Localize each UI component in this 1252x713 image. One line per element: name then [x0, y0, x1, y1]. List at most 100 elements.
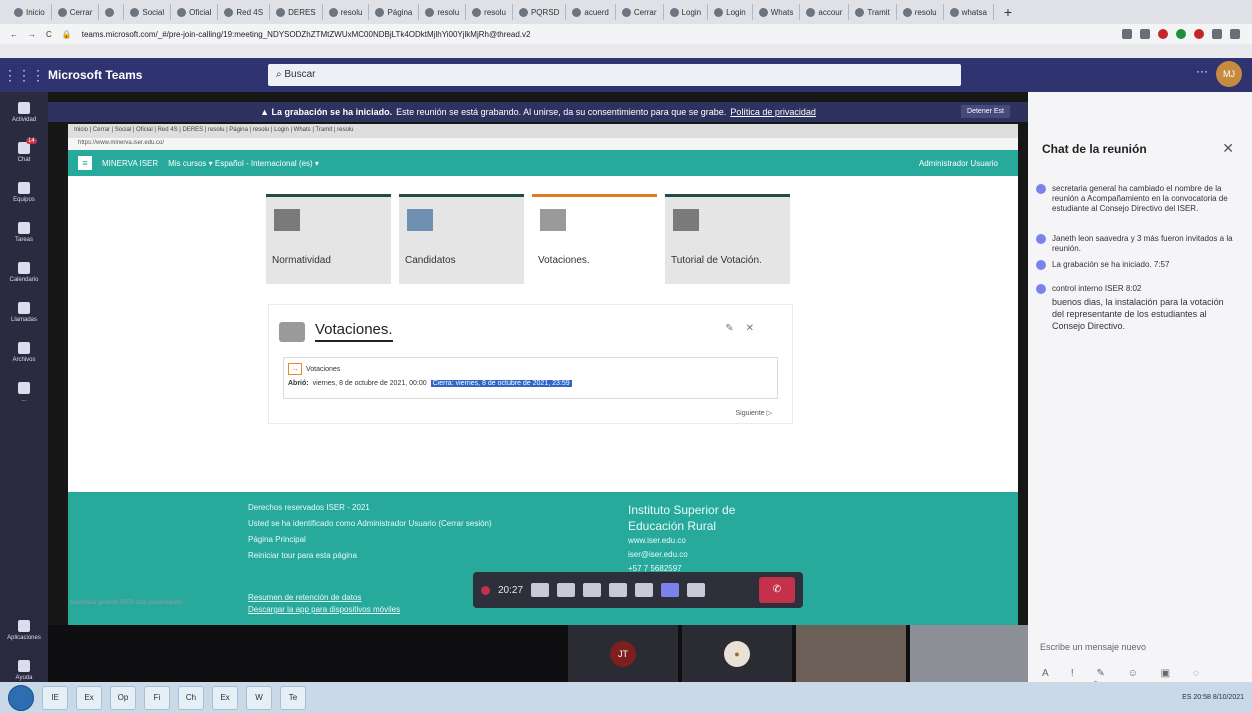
taskbar-app[interactable]: Op: [110, 685, 136, 710]
new-tab-button[interactable]: +: [994, 4, 1022, 20]
favicon-icon: [855, 7, 865, 17]
rail-item[interactable]: Archivos: [0, 332, 48, 372]
browser-tab[interactable]: Red 4S: [218, 4, 271, 20]
browser-tab[interactable]: resolu: [897, 4, 944, 20]
user-avatar[interactable]: MJ: [1216, 61, 1242, 87]
app-launcher-icon[interactable]: ⋮⋮⋮: [0, 67, 48, 84]
app-rail: Actividad 14 Chat Equipos Tareas Calendario Ll…: [0, 92, 48, 682]
browser-tab[interactable]: Oficial: [171, 4, 219, 20]
more-actions-icon[interactable]: [609, 583, 628, 597]
browser-tab[interactable]: Login: [708, 4, 753, 20]
taskbar-app[interactable]: W: [246, 685, 272, 710]
browser-tab[interactable]: Whats: [753, 4, 801, 20]
favicon-icon: [806, 7, 816, 17]
more-options-icon[interactable]: ···: [1196, 64, 1208, 78]
chat-event: Janeth leon saavedra y 3 más fueron invi…: [1036, 234, 1238, 254]
rail-item[interactable]: ...: [0, 372, 48, 412]
chat-event: secretaria general ha cambiado el nombre…: [1036, 184, 1238, 214]
browser-tab[interactable]: Inicio: [8, 4, 52, 20]
taskbar-app[interactable]: Te: [280, 685, 306, 710]
rail-item[interactable]: Aplicaciones: [0, 610, 48, 650]
shared-screen: Inicio | Cerrar | Social | Oficial | Red…: [68, 124, 1018, 644]
rail-icon: [18, 261, 30, 274]
chat-message: control interno ISER 8:02: [1036, 284, 1238, 294]
hang-up-button[interactable]: ✆: [759, 577, 795, 603]
participants-icon[interactable]: [687, 583, 706, 597]
forward-icon[interactable]: →: [28, 30, 36, 39]
browser-tab[interactable]: DERES: [270, 4, 323, 20]
favicon-icon: [130, 7, 140, 17]
close-icon[interactable]: ✕: [1222, 140, 1234, 157]
chat-compose-input[interactable]: Escribe un mensaje nuevo: [1040, 642, 1146, 652]
privacy-link[interactable]: Política de privacidad: [730, 107, 816, 117]
taskbar-app[interactable]: Ch: [178, 685, 204, 710]
participant-tile[interactable]: JT: [568, 625, 678, 682]
puzzle-icon[interactable]: [1212, 29, 1222, 39]
microphone-icon[interactable]: [557, 583, 576, 597]
browser-tab[interactable]: [99, 4, 125, 20]
favicon-icon: [714, 7, 724, 17]
camera-icon[interactable]: [531, 583, 550, 597]
browser-tab[interactable]: Social: [124, 4, 172, 20]
rail-icon: [18, 221, 30, 234]
rail-item[interactable]: Actividad: [0, 92, 48, 132]
record-extension-icon[interactable]: [1158, 29, 1168, 39]
favicon-icon: [902, 7, 912, 17]
share-screen-icon[interactable]: [583, 583, 602, 597]
shared-browser-tabs: Inicio | Cerrar | Social | Oficial | Red…: [68, 124, 1018, 138]
browser-tab[interactable]: whatsa: [944, 4, 994, 20]
menu-icon[interactable]: [1230, 29, 1240, 39]
taskbar-app[interactable]: Fi: [144, 685, 170, 710]
rail-icon: [18, 301, 30, 314]
extension-icon[interactable]: [1194, 29, 1204, 39]
extension-icon[interactable]: [1176, 29, 1186, 39]
browser-tab[interactable]: Página: [369, 4, 420, 20]
favicon-icon: [949, 7, 959, 17]
taskbar-app[interactable]: Ex: [212, 685, 238, 710]
favicon-icon: [375, 7, 385, 17]
participant-tile[interactable]: ●: [682, 625, 792, 682]
start-button[interactable]: [8, 684, 34, 711]
favicon-icon: [572, 7, 582, 17]
stop-recording-button[interactable]: Detener Est: [961, 105, 1010, 118]
back-icon[interactable]: ←: [10, 30, 18, 39]
bookmark-icon[interactable]: [1140, 29, 1150, 39]
browser-toolbar: ← → C 🔒 teams.microsoft.com/_#/pre-join-…: [0, 24, 1252, 44]
taskbar-app[interactable]: Ex: [76, 685, 102, 710]
chat-title: Chat de la reunión: [1042, 142, 1147, 156]
address-input[interactable]: teams.microsoft.com/_#/pre-join-calling/…: [82, 30, 1112, 39]
browser-tab[interactable]: resolu: [466, 4, 513, 20]
participant-video-tile[interactable]: [910, 625, 1028, 682]
chat-icon[interactable]: [661, 583, 680, 597]
raise-hand-icon[interactable]: [635, 583, 654, 597]
search-input[interactable]: ⌕ Buscar: [268, 64, 961, 86]
browser-tab[interactable]: PQRSD: [513, 4, 567, 20]
browser-tab[interactable]: accour: [800, 4, 850, 20]
reload-icon[interactable]: C: [46, 30, 52, 39]
participant-video-tile[interactable]: [796, 625, 906, 682]
call-timer: 20:27: [498, 584, 524, 596]
chat-message-body: buenos dias, la instalación para la vota…: [1052, 297, 1224, 331]
browser-tab[interactable]: Login: [664, 4, 709, 20]
favicon-icon: [518, 7, 528, 17]
presenter-label: secretaria general ISER está presentando: [70, 600, 182, 606]
browser-tab[interactable]: Cerrar: [616, 4, 664, 20]
rail-item[interactable]: Llamadas: [0, 292, 48, 332]
group-icon: [279, 321, 305, 342]
browser-tab[interactable]: Tramit: [849, 4, 897, 20]
card-votaciones: Votaciones.: [532, 194, 657, 284]
rail-item[interactable]: 14 Chat: [0, 132, 48, 172]
browser-tab[interactable]: resolu: [419, 4, 467, 20]
taskbar-app[interactable]: IE: [42, 685, 68, 710]
rail-item[interactable]: Tareas: [0, 212, 48, 252]
extension-icon[interactable]: [1122, 29, 1132, 39]
browser-tab[interactable]: acuerd: [566, 4, 616, 20]
search-icon: ⌕: [276, 69, 282, 80]
os-taskbar: IE Ex Op Fi Ch Ex W Te ES 20:58 8/10/2021: [0, 682, 1252, 713]
votaciones-panel: Votaciones. ✎✕ → Votaciones Abrió: viern…: [268, 304, 793, 424]
rail-item[interactable]: Calendario: [0, 252, 48, 292]
browser-tab[interactable]: resolu: [323, 4, 370, 20]
rail-item[interactable]: Equipos: [0, 172, 48, 212]
browser-tab[interactable]: Cerrar: [52, 4, 100, 20]
card-normatividad: Normatividad: [266, 194, 391, 284]
